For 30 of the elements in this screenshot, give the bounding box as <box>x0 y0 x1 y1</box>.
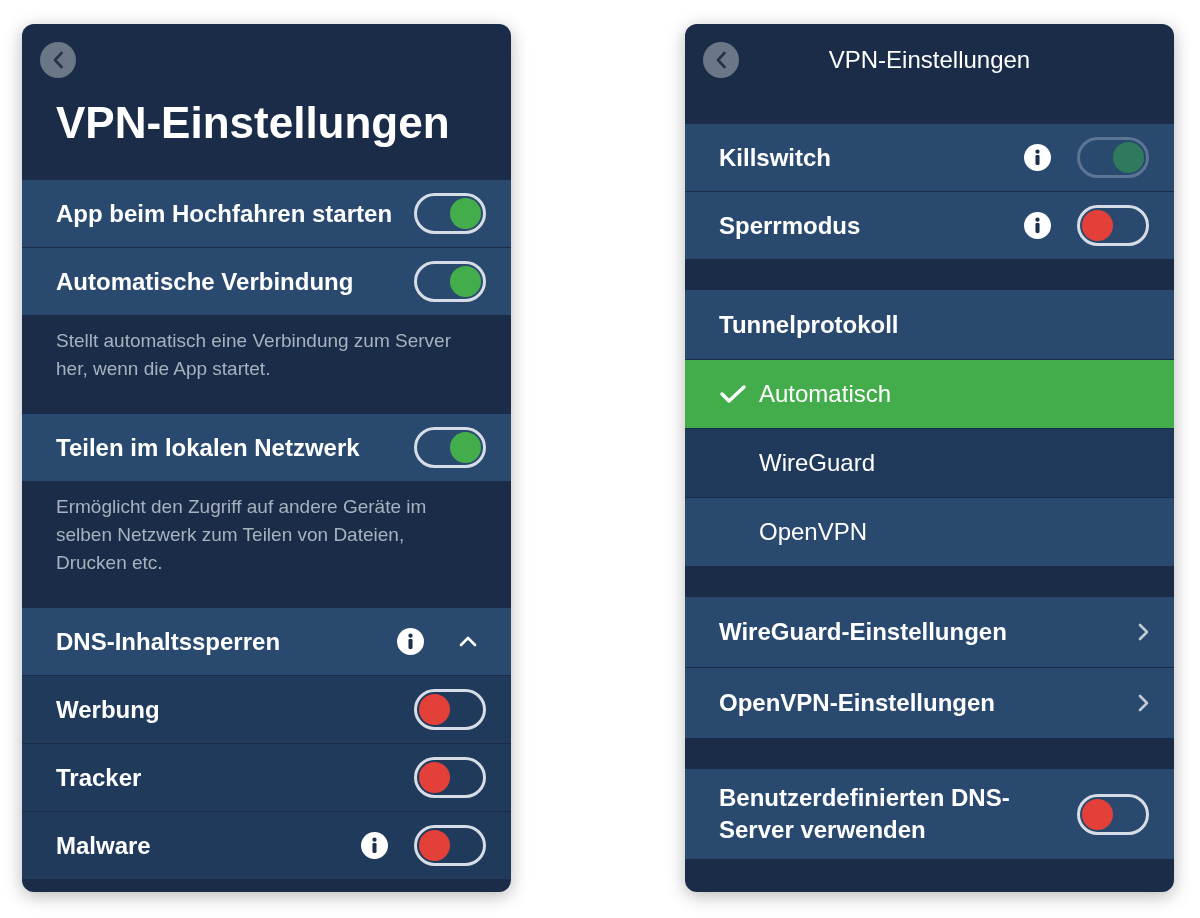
section-title: DNS-Inhaltssperren <box>56 626 282 657</box>
chevron-left-icon <box>52 51 64 69</box>
setting-label: Teilen im lokalen Netzwerk <box>56 432 361 463</box>
chevron-right-icon <box>1138 694 1149 712</box>
chevron-up-icon[interactable] <box>459 636 477 647</box>
checkmark-icon <box>719 384 747 404</box>
info-icon[interactable] <box>1024 212 1051 239</box>
info-icon[interactable] <box>361 832 388 859</box>
setting-label: Automatische Verbindung <box>56 266 355 297</box>
back-button[interactable] <box>40 42 76 78</box>
chevron-left-icon <box>715 51 727 69</box>
protocol-option[interactable]: OpenVPN <box>685 497 1174 566</box>
description-text: Ermöglicht den Zugriff auf andere Geräte im selben Netzwerk zum Teilen von Dateien, Drucken etc. <box>56 495 428 575</box>
chevron-right-icon <box>1138 623 1149 641</box>
setting-label: Killswitch <box>719 142 833 173</box>
setting-label: App beim Hochfahren starten <box>56 198 394 229</box>
protocol-option[interactable]: WireGuard <box>685 428 1174 497</box>
menu-item[interactable]: WireGuard-Einstellungen <box>685 596 1174 667</box>
section-title: Tunnelprotokoll <box>719 309 899 340</box>
setting-label: Sperrmodus <box>719 210 862 241</box>
setting-label: Tracker <box>56 762 143 793</box>
menu-item[interactable]: OpenVPN-Einstellungen <box>685 667 1174 738</box>
description-text: Stellt automatisch eine Verbindung zum Server her, wenn die App startet. <box>56 329 452 381</box>
info-icon[interactable] <box>397 628 424 655</box>
setting-label: Benutzerdefinierten DNS-Server verwenden <box>719 783 1011 845</box>
setting-label: Werbung <box>56 694 161 725</box>
page-title: VPN-Einstellungen <box>827 45 1032 75</box>
setting-label: Malware <box>56 830 152 861</box>
back-button[interactable] <box>703 42 739 78</box>
page-title: VPN-Einstellungen <box>56 99 451 147</box>
